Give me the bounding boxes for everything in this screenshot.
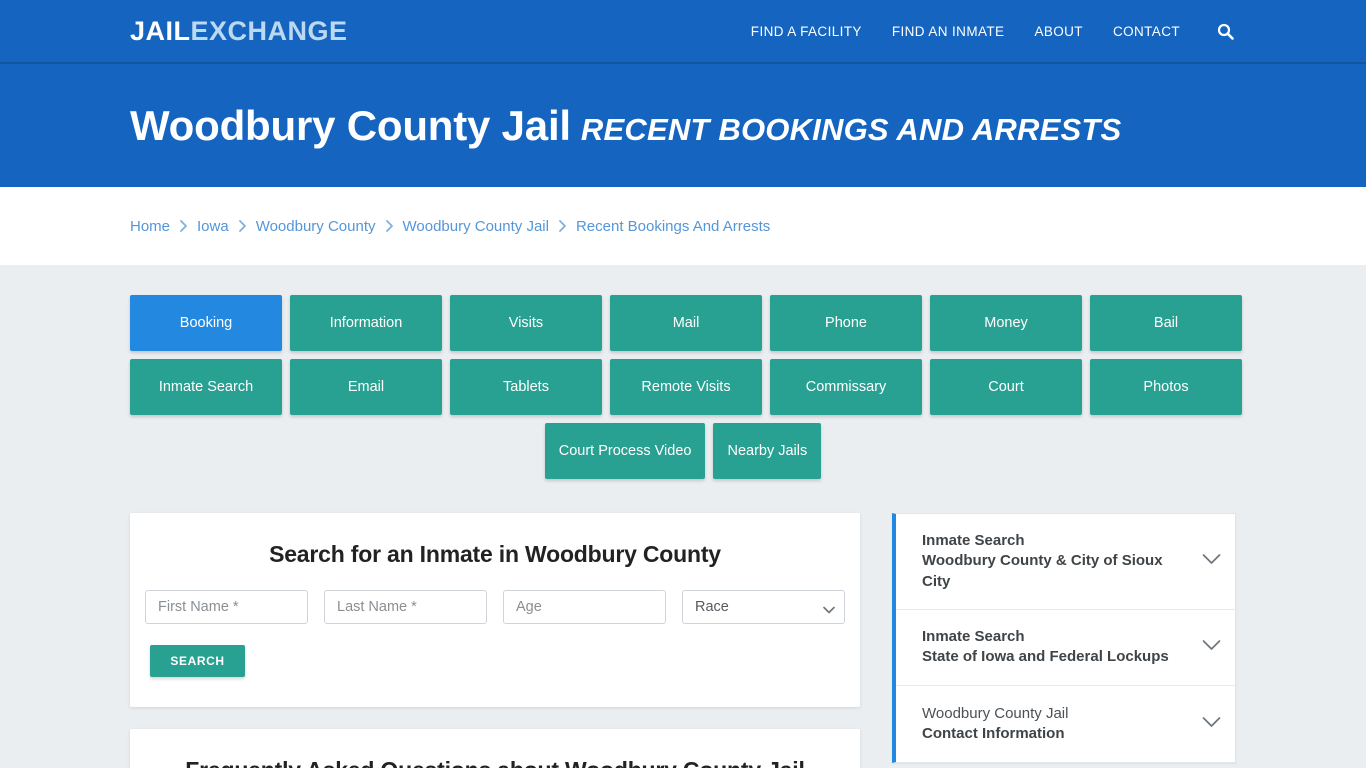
tab-remote-visits[interactable]: Remote Visits <box>610 359 762 415</box>
breadcrumb-item-woodbury-county-jail[interactable]: Woodbury County Jail <box>403 218 549 235</box>
sidebar-item-text: Inmate Search Woodbury County & City of … <box>922 531 1192 592</box>
page-title-sub: RECENT BOOKINGS AND ARRESTS <box>580 111 1122 147</box>
sidebar-item-label-line1: Woodbury County Jail <box>922 704 1069 722</box>
breadcrumb-item-woodbury-county[interactable]: Woodbury County <box>256 218 376 235</box>
main-columns: Search for an Inmate in Woodbury County … <box>130 479 1236 768</box>
facility-tab-grid: Booking Information Visits Mail Phone Mo… <box>130 265 1242 479</box>
tab-court[interactable]: Court <box>930 359 1082 415</box>
facility-tab-row-3: Court Process Video Nearby Jails <box>130 423 1236 479</box>
breadcrumb-separator-icon <box>558 220 567 232</box>
page-hero: Woodbury County Jail RECENT BOOKINGS AND … <box>0 64 1366 187</box>
inmate-search-fields: Race <box>145 590 845 624</box>
breadcrumb-separator-icon <box>238 220 247 232</box>
chevron-down-icon[interactable] <box>1202 552 1221 570</box>
search-icon[interactable] <box>1214 20 1236 42</box>
chevron-down-icon[interactable] <box>1202 715 1221 733</box>
sidebar-accordion: Inmate Search Woodbury County & City of … <box>892 513 1236 763</box>
breadcrumb-bar: Home Iowa Woodbury County Woodbury Count… <box>0 187 1366 265</box>
nav-item-find-an-inmate[interactable]: FIND AN INMATE <box>892 24 1005 39</box>
logo-text-secondary: EXCHANGE <box>190 15 348 46</box>
first-name-input[interactable] <box>145 590 308 624</box>
sidebar-item-text: Woodbury County Jail Contact Information <box>922 704 1192 745</box>
tab-money[interactable]: Money <box>930 295 1082 351</box>
sidebar-item-label-line1: Inmate Search <box>922 628 1025 645</box>
tab-mail[interactable]: Mail <box>610 295 762 351</box>
sidebar-item-text: Inmate Search State of Iowa and Federal … <box>922 627 1192 668</box>
chevron-down-icon[interactable] <box>1202 638 1221 656</box>
sidebar-item-label-line1: Inmate Search <box>922 532 1025 549</box>
sidebar-item-label-line2: Contact Information <box>922 724 1065 742</box>
breadcrumb-separator-icon <box>385 220 394 232</box>
right-column: Inmate Search Woodbury County & City of … <box>892 513 1236 763</box>
left-column: Search for an Inmate in Woodbury County … <box>130 513 860 768</box>
tab-bail[interactable]: Bail <box>1090 295 1242 351</box>
facility-tab-row-1: Booking Information Visits Mail Phone Mo… <box>130 295 1242 351</box>
sidebar-item-label-line2: State of Iowa and Federal Lockups <box>922 648 1169 666</box>
tab-tablets[interactable]: Tablets <box>450 359 602 415</box>
inmate-search-heading: Search for an Inmate in Woodbury County <box>269 541 721 567</box>
breadcrumb-item-recent-bookings-and-arrests[interactable]: Recent Bookings And Arrests <box>576 218 770 235</box>
page-title-main: Woodbury County Jail <box>130 101 571 149</box>
breadcrumb-separator-icon <box>179 220 188 232</box>
race-select-wrapper: Race <box>682 590 845 624</box>
site-logo[interactable]: JAILEXCHANGE <box>130 15 348 46</box>
tab-email[interactable]: Email <box>290 359 442 415</box>
age-input[interactable] <box>503 590 666 624</box>
logo-text-primary: JAIL <box>130 15 191 46</box>
tab-booking[interactable]: Booking <box>130 295 282 351</box>
faq-heading: Frequently Asked Questions about Woodbur… <box>150 757 840 768</box>
breadcrumb: Home Iowa Woodbury County Woodbury Count… <box>130 218 770 235</box>
inmate-search-card: Search for an Inmate in Woodbury County … <box>130 513 860 707</box>
nav-item-about[interactable]: ABOUT <box>1034 24 1083 39</box>
page-content: Booking Information Visits Mail Phone Mo… <box>0 265 1366 768</box>
tab-information[interactable]: Information <box>290 295 442 351</box>
sidebar-item-inmate-search-state[interactable]: Inmate Search State of Iowa and Federal … <box>896 610 1235 686</box>
facility-tab-row-2: Inmate Search Email Tablets Remote Visit… <box>130 359 1242 415</box>
sidebar-item-label-line2: Woodbury County & City of Sioux City <box>922 552 1163 590</box>
nav-item-find-a-facility[interactable]: FIND A FACILITY <box>751 24 862 39</box>
breadcrumb-item-iowa[interactable]: Iowa <box>197 218 229 235</box>
sidebar-item-contact-information[interactable]: Woodbury County Jail Contact Information <box>896 686 1235 762</box>
sidebar-item-inmate-search-county[interactable]: Inmate Search Woodbury County & City of … <box>896 514 1235 610</box>
page-title: Woodbury County Jail RECENT BOOKINGS AND … <box>130 101 1122 149</box>
tab-commissary[interactable]: Commissary <box>770 359 922 415</box>
nav-item-contact[interactable]: CONTACT <box>1113 24 1180 39</box>
race-select[interactable]: Race <box>682 590 845 624</box>
last-name-input[interactable] <box>324 590 487 624</box>
breadcrumb-item-home[interactable]: Home <box>130 218 170 235</box>
faq-card: Frequently Asked Questions about Woodbur… <box>130 729 860 768</box>
tab-nearby-jails[interactable]: Nearby Jails <box>713 423 822 479</box>
tab-photos[interactable]: Photos <box>1090 359 1242 415</box>
tab-visits[interactable]: Visits <box>450 295 602 351</box>
tab-inmate-search[interactable]: Inmate Search <box>130 359 282 415</box>
search-button[interactable]: SEARCH <box>150 645 245 677</box>
tab-court-process-video[interactable]: Court Process Video <box>544 423 706 479</box>
top-header-bar: JAILEXCHANGE FIND A FACILITY FIND AN INM… <box>0 0 1366 64</box>
main-navigation: FIND A FACILITY FIND AN INMATE ABOUT CON… <box>751 20 1236 42</box>
tab-phone[interactable]: Phone <box>770 295 922 351</box>
